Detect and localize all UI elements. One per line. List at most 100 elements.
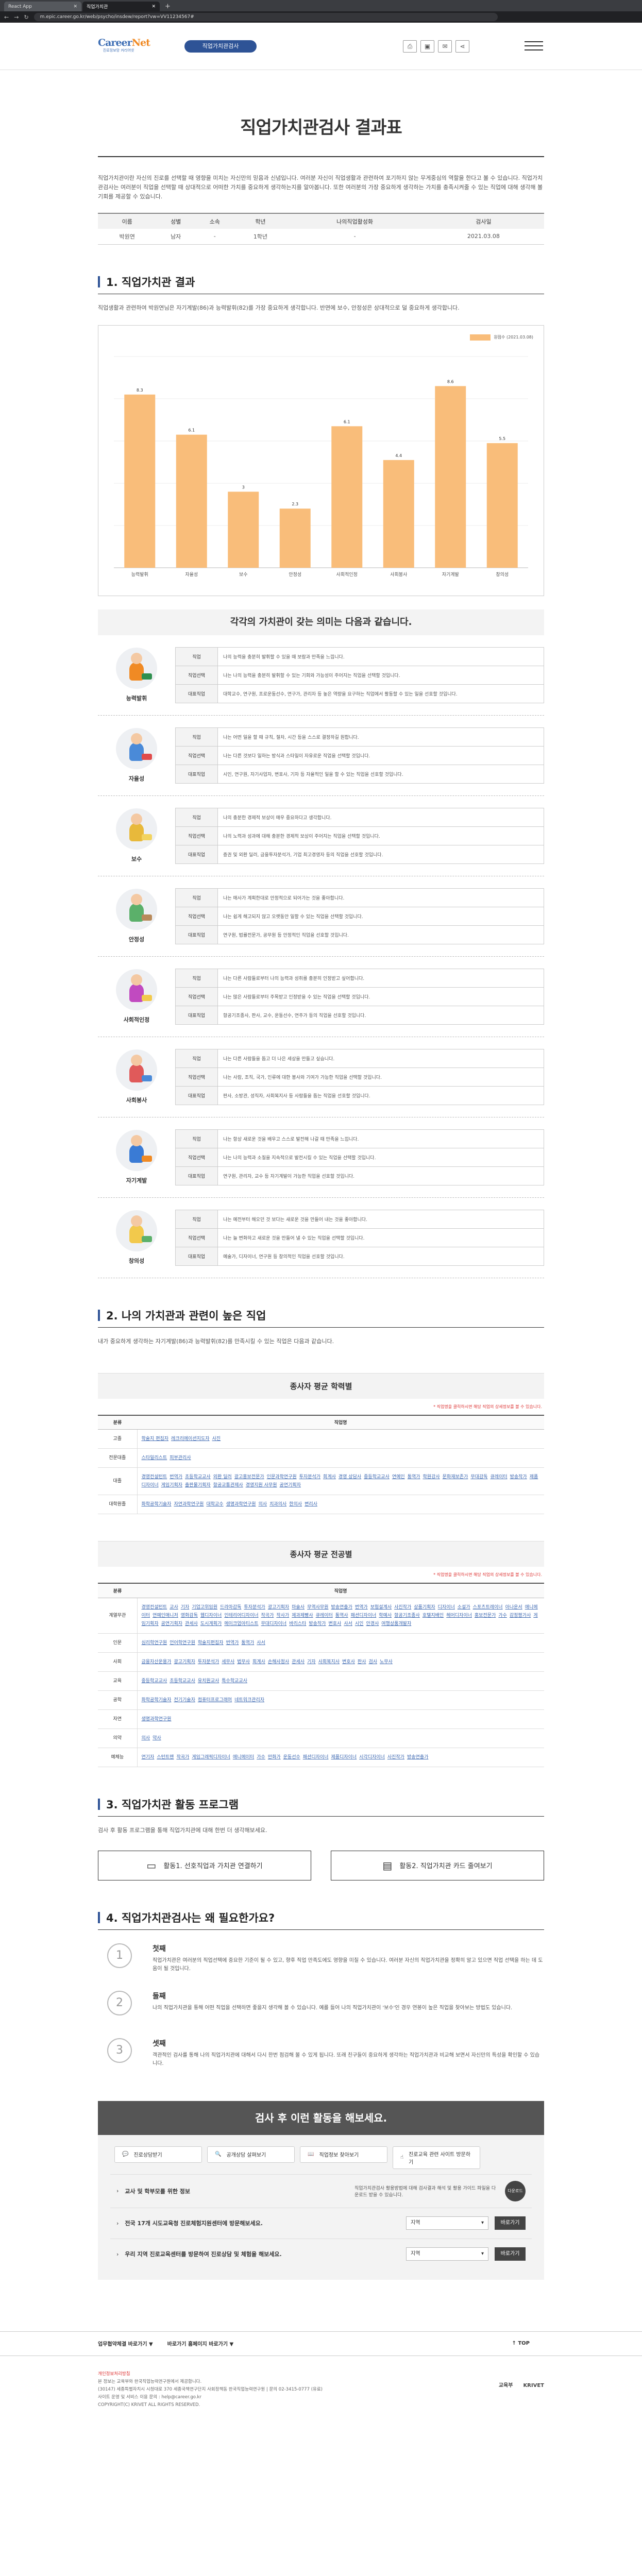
job-link[interactable]: 작곡가 [261, 1613, 274, 1618]
job-link[interactable]: 영화감독 [181, 1613, 198, 1618]
job-link[interactable]: 특수학교교사 [222, 1679, 247, 1684]
job-link[interactable]: 게임기획자 [161, 1483, 182, 1488]
job-link[interactable]: 변호사 [328, 1621, 341, 1626]
new-tab-icon[interactable]: + [161, 2, 175, 11]
job-link[interactable]: 판사 [358, 1659, 366, 1665]
reload-icon[interactable]: ↻ [24, 14, 28, 21]
job-link[interactable]: 컴퓨터프로그래머 [198, 1698, 232, 1703]
job-link[interactable]: 법무사 [237, 1659, 250, 1665]
job-link[interactable]: 대학교수 [206, 1502, 223, 1507]
job-link[interactable]: 변리사 [305, 1502, 317, 1507]
job-link[interactable]: 홍보전문가 [475, 1613, 496, 1618]
url-field[interactable]: m.epic.career.go.kr/web/psycho/insdew/re… [33, 13, 498, 21]
forward-icon[interactable]: → [14, 14, 19, 21]
job-link[interactable]: 항공교통관제사 [213, 1483, 243, 1488]
job-link[interactable]: 학예사 [379, 1613, 392, 1618]
job-link[interactable]: 인테리어디자이너 [224, 1613, 258, 1618]
job-link[interactable]: 투자분석가 [244, 1605, 265, 1610]
job-link[interactable]: 아나운서 [505, 1605, 522, 1610]
download-button[interactable]: 다운로드 [505, 2180, 526, 2201]
job-link[interactable]: 경영컨설턴트 [142, 1475, 167, 1480]
job-link[interactable]: 패션디자이너 [351, 1613, 377, 1618]
region-select[interactable]: 지역 ▾ [406, 2247, 488, 2261]
job-link[interactable]: 만화가 [268, 1755, 281, 1760]
job-link[interactable]: 감정평가사 [510, 1613, 531, 1618]
job-link[interactable]: 광고홍보전문가 [234, 1475, 264, 1480]
job-link[interactable]: 안경사 [366, 1621, 379, 1626]
job-link[interactable]: 스타일리스트 [142, 1455, 167, 1461]
job-link[interactable]: 외환 딜러 [213, 1475, 232, 1480]
job-link[interactable]: 애니메이터 [233, 1755, 254, 1760]
job-link[interactable]: 운동선수 [283, 1755, 300, 1760]
save-icon[interactable]: ▣ [420, 40, 434, 53]
job-link[interactable]: 한의사 [289, 1502, 302, 1507]
top-button[interactable]: ↑ TOP [512, 2341, 530, 2346]
job-link[interactable]: 심리학연구원 [142, 1640, 167, 1646]
job-link[interactable]: 사회복지사 [318, 1659, 340, 1665]
job-link[interactable]: 회계사 [323, 1475, 336, 1480]
job-link[interactable]: 큐레이터 [490, 1475, 507, 1480]
job-link[interactable]: 스포츠트레이너 [473, 1605, 503, 1610]
job-link[interactable]: 바리스타 [289, 1621, 306, 1626]
job-link[interactable]: 유치원교사 [198, 1679, 219, 1684]
job-link[interactable]: 통역가 [408, 1475, 420, 1480]
job-link[interactable]: 투자분석가 [198, 1659, 219, 1665]
job-link[interactable]: 화학공학기술자 [142, 1502, 172, 1507]
job-link[interactable]: 작사가 [276, 1613, 289, 1618]
job-link[interactable]: 사서 [257, 1640, 265, 1646]
job-link[interactable]: 검사 [368, 1659, 377, 1665]
menu-icon[interactable] [525, 41, 543, 53]
job-link[interactable]: 인문과학연구원 [267, 1475, 297, 1480]
job-link[interactable]: 방송연출가 [407, 1755, 428, 1760]
job-link[interactable]: 생명과학연구원 [226, 1502, 256, 1507]
job-link[interactable]: 큐레이터 [316, 1613, 333, 1618]
job-link[interactable]: 항공기조종사 [394, 1613, 420, 1618]
job-link[interactable]: 연예인 [392, 1475, 405, 1480]
job-link[interactable]: 의사 [142, 1736, 150, 1741]
job-link[interactable]: 방송작가 [510, 1475, 527, 1480]
job-link[interactable]: 기자 [181, 1605, 190, 1610]
moe-logo[interactable]: 교육부 [499, 2382, 513, 2389]
job-link[interactable]: 작곡가 [176, 1755, 189, 1760]
job-link[interactable]: 연기자 [142, 1755, 155, 1760]
job-link[interactable]: 노무사 [380, 1659, 393, 1665]
job-link[interactable]: 출판물기획자 [185, 1483, 211, 1488]
job-link[interactable]: 치과의사 [269, 1502, 286, 1507]
job-link[interactable]: 교사 [170, 1605, 178, 1610]
job-link[interactable]: 상품기획자 [414, 1605, 435, 1610]
job-link[interactable]: 헤어디자이너 [446, 1613, 472, 1618]
job-link[interactable]: 웹디자이너 [200, 1613, 222, 1618]
job-link[interactable]: 번역가 [226, 1640, 239, 1646]
job-link[interactable]: 시각디자이너 [359, 1755, 385, 1760]
job-link[interactable]: 사진작가 [394, 1605, 411, 1610]
job-link[interactable]: 의사 [259, 1502, 267, 1507]
job-link[interactable]: 약사 [153, 1736, 161, 1741]
mail-icon[interactable]: ✉ [438, 40, 452, 53]
job-info-button[interactable]: 📖 직업정보 찾아보기 [300, 2146, 387, 2163]
shortcut-link[interactable]: 바로가기 홈페이지 바로가기 ▼ [167, 2340, 234, 2347]
activity-1-button[interactable]: ▭ 활동1. 선호직업과 가치관 연결하기 [98, 1850, 311, 1880]
job-link[interactable]: 소설가 [458, 1605, 470, 1610]
job-link[interactable]: 경영지원 사무원 [246, 1483, 277, 1488]
job-link[interactable]: 무대감독 [470, 1475, 487, 1480]
partner-link[interactable]: 업무협약체결 바로가기 ▼ [98, 2340, 153, 2347]
job-link[interactable]: 보험설계사 [370, 1605, 392, 1610]
job-link[interactable]: 경영 상담사 [339, 1475, 361, 1480]
job-link[interactable]: 초등학교교사 [185, 1475, 211, 1480]
job-link[interactable]: 무대디자이너 [261, 1621, 287, 1626]
public-counseling-button[interactable]: 🔍 공개상담 살펴보기 [207, 2146, 295, 2163]
job-link[interactable]: 제품디자이너 [331, 1755, 357, 1760]
browser-tab-active[interactable]: 직업가치관 ✕ [82, 2, 160, 11]
close-icon[interactable]: ✕ [151, 4, 156, 9]
job-link[interactable]: 변호사 [342, 1659, 355, 1665]
job-link[interactable]: 광고기획자 [174, 1659, 195, 1665]
job-link[interactable]: 자연과학연구원 [174, 1502, 204, 1507]
job-link[interactable]: 사진작가 [387, 1755, 404, 1760]
share-icon[interactable]: ⋖ [455, 40, 469, 53]
career-sites-button[interactable]: ☝ 진로교육 관련 사이트 방문하기 [393, 2146, 480, 2169]
job-link[interactable]: 가수 [257, 1755, 265, 1760]
region-select[interactable]: 지역 ▾ [406, 2216, 488, 2230]
go-button[interactable]: 바로가기 [495, 2247, 526, 2261]
job-link[interactable]: 생명과학연구원 [142, 1717, 172, 1722]
job-link[interactable]: 관세사 [292, 1659, 305, 1665]
